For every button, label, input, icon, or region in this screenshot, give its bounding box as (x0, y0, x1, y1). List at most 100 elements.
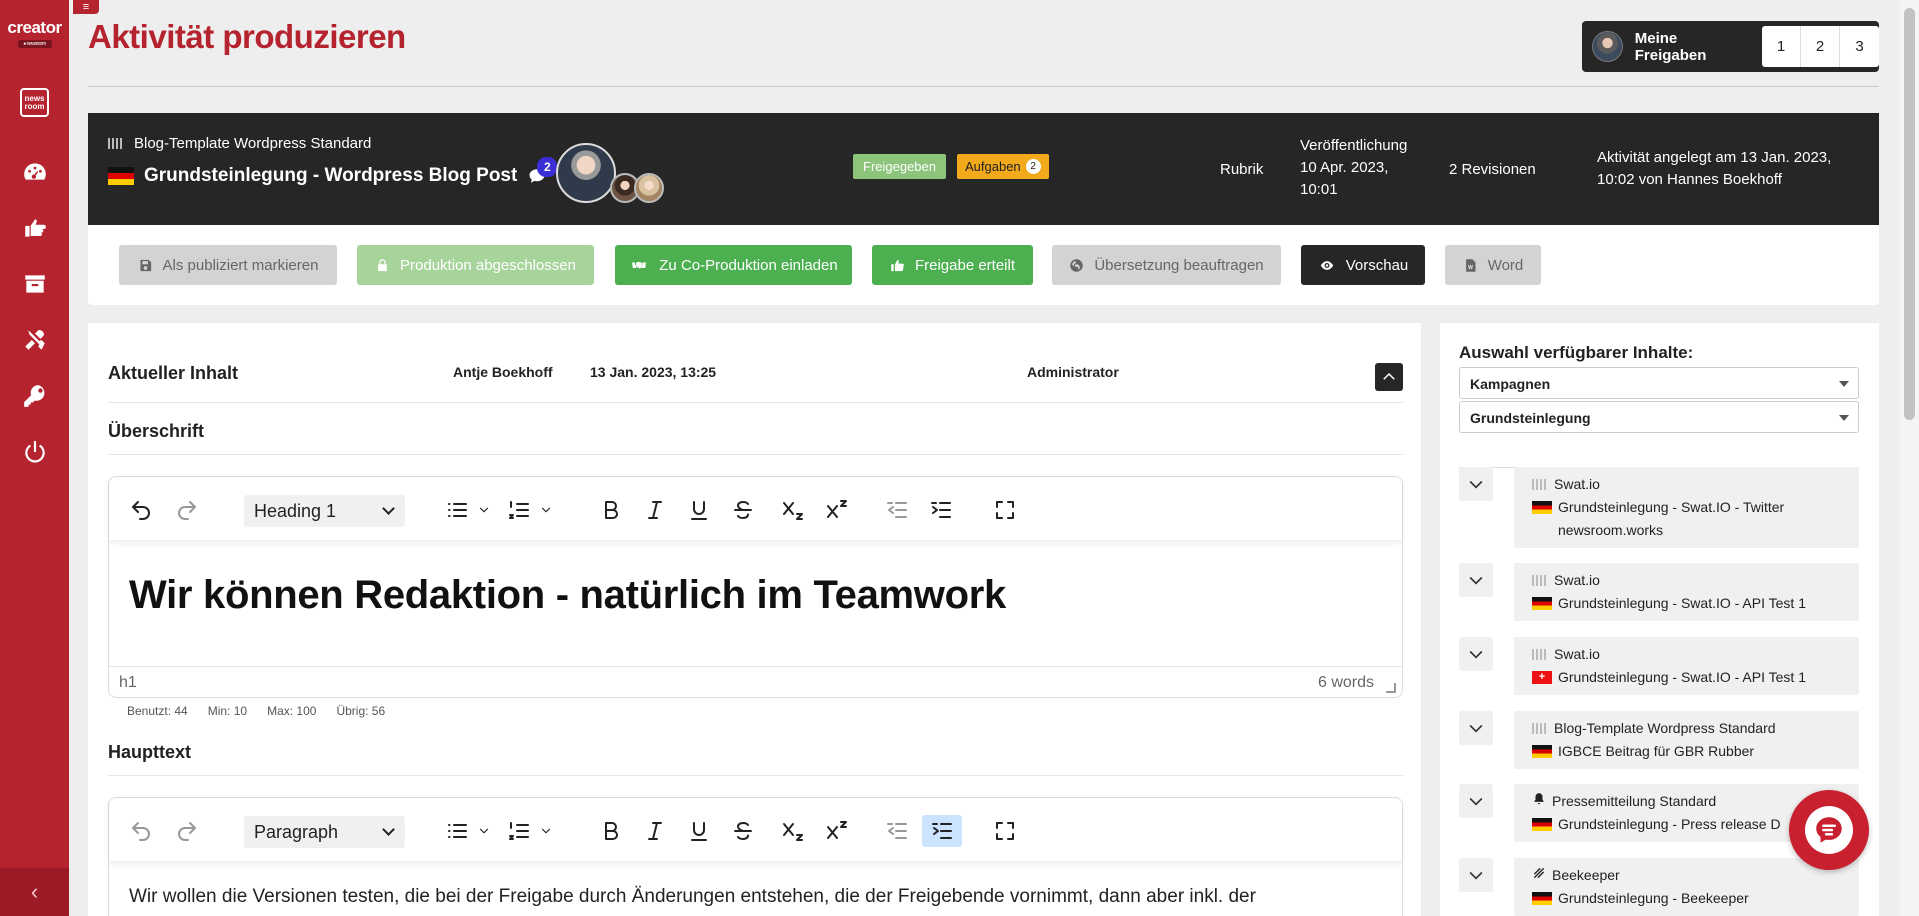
preview-button[interactable]: Vorschau (1301, 245, 1425, 285)
resize-handle-icon[interactable] (1386, 683, 1396, 693)
undo-icon[interactable] (129, 818, 153, 844)
redo-icon[interactable] (175, 497, 199, 523)
bold-icon[interactable] (599, 818, 623, 844)
item-channel: Swat.io (1554, 476, 1600, 492)
order-translation-button[interactable]: Übersetzung beauftragen (1052, 245, 1281, 285)
strikethrough-icon[interactable] (731, 497, 755, 523)
comments-icon[interactable]: 2 (527, 157, 558, 185)
menu-toggle-button[interactable]: ≡ (73, 0, 99, 14)
avatar-collaborator-2[interactable] (634, 173, 664, 203)
created-info: Aktivität angelegt am 13 Jan. 2023, 10:0… (1597, 149, 1832, 188)
outdent-icon[interactable] (885, 818, 909, 844)
tasks-label: Aufgaben (965, 159, 1021, 174)
numbered-list-icon[interactable] (507, 497, 531, 523)
approvals-page-2[interactable]: 2 (1801, 26, 1840, 67)
approvals-page-3[interactable]: 3 (1840, 26, 1879, 67)
chevron-down-icon[interactable] (539, 497, 553, 523)
fullscreen-icon[interactable] (993, 818, 1017, 844)
collapse-sidebar-button[interactable]: ‹ (0, 868, 69, 916)
approval-given-button[interactable]: Freigabe erteilt (872, 245, 1033, 285)
italic-icon[interactable] (643, 818, 667, 844)
strikethrough-icon[interactable] (731, 818, 755, 844)
page-scrollbar[interactable] (1900, 0, 1919, 916)
action-bar: Als publiziert markieren Produktion abge… (88, 225, 1879, 305)
word-export-button[interactable]: Word (1445, 245, 1541, 285)
revisions-link[interactable]: 2 Revisionen (1449, 161, 1536, 178)
body-editor-body[interactable]: Wir wollen die Versionen testen, die bei… (109, 862, 1402, 916)
post-title: Grundsteinlegung - Wordpress Blog Post 2 (108, 157, 558, 187)
italic-icon[interactable] (643, 497, 667, 523)
power-icon[interactable] (0, 434, 69, 470)
content-card[interactable]: Swat.io Grundsteinlegung - Swat.IO - API… (1514, 563, 1859, 621)
tasks-count: 2 (1025, 159, 1041, 174)
avatar-owner[interactable] (556, 143, 616, 203)
scrollbar-thumb[interactable] (1904, 8, 1915, 420)
item-title: Grundsteinlegung - Press release D (1558, 816, 1781, 832)
body-editor: Paragraph Wir wollen die Versionen teste… (108, 797, 1403, 916)
underline-icon[interactable] (687, 497, 711, 523)
redo-icon[interactable] (175, 818, 199, 844)
superscript-icon[interactable] (825, 818, 849, 844)
status-approved-badge[interactable]: Freigegeben (853, 154, 946, 179)
expand-item-button[interactable] (1459, 637, 1493, 671)
indent-icon[interactable] (922, 815, 962, 847)
word-count[interactable]: 6 words (1318, 674, 1374, 692)
brand-logo[interactable]: creator ● newsroom (0, 18, 69, 48)
indent-icon[interactable] (929, 497, 953, 523)
mark-published-button[interactable]: Als publiziert markieren (119, 245, 337, 285)
collapse-content-button[interactable] (1375, 363, 1403, 391)
newsroom-logo[interactable]: news room (20, 88, 49, 117)
key-icon[interactable] (0, 378, 69, 414)
archive-icon[interactable] (0, 266, 69, 302)
body-text[interactable]: Wir wollen die Versionen testen, die bei… (129, 886, 1256, 908)
available-content-title: Auswahl verfügbarer Inhalte: (1459, 343, 1694, 362)
invite-coproduction-label: Zu Co-Produktion einladen (659, 256, 838, 274)
fullscreen-icon[interactable] (993, 497, 1017, 523)
hand-pointer-icon[interactable] (0, 210, 69, 246)
numbered-list-icon[interactable] (507, 818, 531, 844)
expand-item-button[interactable] (1459, 784, 1493, 818)
campaign-select[interactable]: Grundsteinlegung (1459, 401, 1859, 433)
superscript-icon[interactable] (825, 497, 849, 523)
flag-switzerland-icon: + (1532, 671, 1552, 684)
content-card[interactable]: Blog-Template Wordpress Standard IGBCE B… (1514, 711, 1859, 769)
invite-coproduction-button[interactable]: Zu Co-Produktion einladen (615, 245, 852, 285)
tools-icon[interactable] (0, 322, 69, 358)
dashboard-icon[interactable] (0, 154, 69, 190)
expand-item-button[interactable] (1459, 711, 1493, 745)
outdent-icon[interactable] (885, 497, 909, 523)
underline-icon[interactable] (687, 818, 711, 844)
chevron-down-icon[interactable] (539, 818, 553, 844)
chat-button[interactable] (1789, 790, 1869, 870)
heading-editor-body[interactable]: Wir können Redaktion - natürlich im Team… (109, 541, 1402, 666)
content-card[interactable]: Swat.io + Grundsteinlegung - Swat.IO - AP… (1514, 637, 1859, 695)
side-navigation: ≡ creator ● newsroom news room ‹ (0, 0, 99, 916)
content-card[interactable]: Beekeeper Grundsteinlegung - Beekeeper (1514, 858, 1859, 916)
bullet-list-icon[interactable] (445, 497, 469, 523)
bold-icon[interactable] (599, 497, 623, 523)
item-channel: Swat.io (1554, 646, 1600, 662)
chevron-down-icon[interactable] (477, 818, 491, 844)
expand-item-button[interactable] (1459, 858, 1493, 892)
undo-icon[interactable] (129, 497, 153, 523)
block-format-select[interactable]: Heading 1 (244, 495, 405, 527)
expand-item-button[interactable] (1459, 467, 1493, 501)
production-done-button[interactable]: Produktion abgeschlossen (357, 245, 594, 285)
brand-name: creator (7, 18, 62, 37)
heading-text[interactable]: Wir können Redaktion - natürlich im Team… (129, 573, 1006, 618)
item-title: Grundsteinlegung - Swat.IO - API Test 1 (1558, 669, 1806, 685)
expand-item-button[interactable] (1459, 563, 1493, 597)
element-path[interactable]: h1 (119, 674, 137, 692)
subscript-icon[interactable] (781, 818, 805, 844)
chevron-down-icon (1469, 576, 1483, 585)
chevron-down-icon[interactable] (477, 497, 491, 523)
bullet-list-icon[interactable] (445, 818, 469, 844)
heading-editor-toolbar: Heading 1 (109, 477, 1402, 541)
content-card[interactable]: Swat.io Grundsteinlegung - Swat.IO - Twi… (1514, 467, 1859, 548)
block-format-select[interactable]: Paragraph (244, 816, 405, 848)
subscript-icon[interactable] (781, 497, 805, 523)
tasks-badge[interactable]: Aufgaben 2 (957, 154, 1049, 179)
approvals-page-1[interactable]: 1 (1762, 26, 1801, 67)
word-file-icon (1465, 258, 1476, 272)
campaign-type-select[interactable]: Kampagnen (1459, 367, 1859, 399)
